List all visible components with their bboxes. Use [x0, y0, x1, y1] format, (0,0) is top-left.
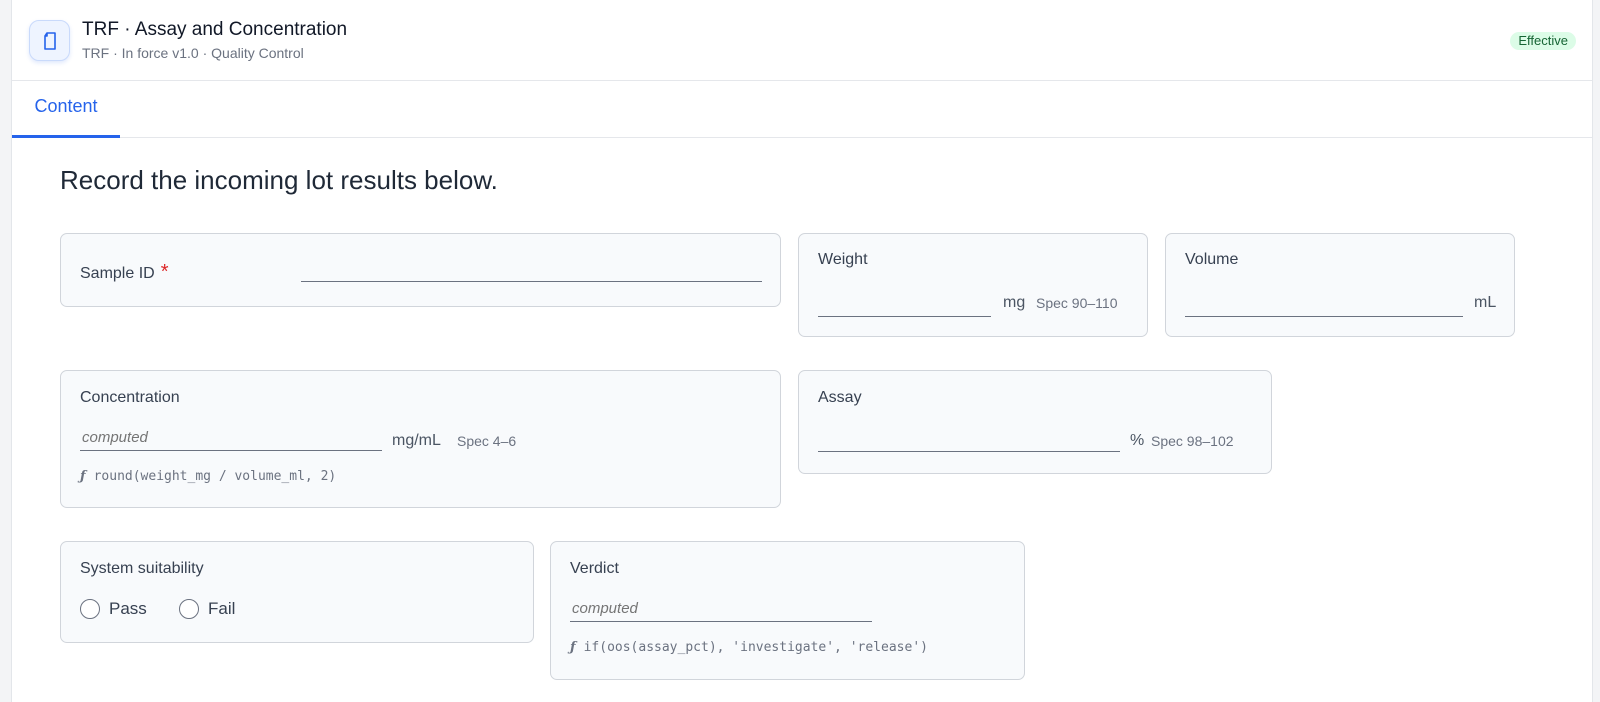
assay-spec: Spec 98–102	[1151, 433, 1234, 449]
formula-icon: ƒ	[570, 640, 576, 655]
tab-content[interactable]: Content	[12, 81, 120, 138]
system-suitability-label: System suitability	[80, 560, 204, 577]
intro-text: Record the incoming lot results below.	[60, 165, 498, 195]
page-subtitle: TRF · In force v1.0 · Quality Control	[82, 45, 304, 61]
concentration-input[interactable]	[80, 425, 382, 451]
radio-pass[interactable]: Pass	[80, 599, 147, 619]
weight-input[interactable]	[818, 291, 991, 317]
radio-fail[interactable]: Fail	[179, 599, 235, 619]
radio-pass-circle[interactable]	[80, 599, 100, 619]
page-title: TRF · Assay and Concentration	[82, 19, 348, 40]
tab-bar: Content	[12, 81, 1592, 138]
weight-card: Weight mg Spec 90–110	[798, 233, 1148, 337]
assay-label: Assay	[818, 389, 862, 406]
assay-unit: %	[1130, 432, 1145, 449]
radio-fail-circle[interactable]	[179, 599, 199, 619]
concentration-spec: Spec 4–6	[457, 433, 517, 449]
volume-label: Volume	[1185, 251, 1239, 268]
concentration-label: Concentration	[80, 389, 180, 406]
radio-pass-label: Pass	[109, 599, 147, 618]
sample-id-card: Sample ID *	[60, 233, 781, 307]
formula-icon: ƒ	[80, 469, 86, 484]
form-header: TRF · Assay and Concentration TRF · In f…	[12, 0, 1592, 81]
sample-id-label: Sample ID *	[80, 261, 169, 283]
concentration-formula: ƒ round(weight_mg / volume_ml, 2)	[80, 469, 337, 484]
volume-unit: mL	[1474, 294, 1497, 311]
concentration-card: Concentration mg/mL Spec 4–6 ƒround(weig…	[60, 370, 781, 508]
sample-id-input[interactable]	[301, 256, 762, 282]
system-suitability-card: System suitability Pass Fail	[60, 541, 534, 643]
volume-card: Volume mL	[1165, 233, 1515, 337]
concentration-unit: mg/mL	[392, 432, 441, 449]
weight-label: Weight	[818, 251, 868, 268]
document-icon	[29, 20, 70, 61]
volume-input[interactable]	[1185, 291, 1463, 317]
weight-unit: mg	[1003, 294, 1026, 311]
weight-spec: Spec 90–110	[1036, 295, 1118, 311]
verdict-formula: ƒ if(oos(assay_pct), 'investigate', 'rele…	[570, 640, 928, 655]
verdict-label: Verdict	[570, 560, 619, 577]
assay-card: Assay % Spec 98–102	[798, 370, 1272, 474]
verdict-card: Verdict ƒif(oos(assay_pct), 'investigate…	[550, 541, 1025, 680]
verdict-input[interactable]	[570, 596, 872, 622]
form-window: TRF · Assay and Concentration TRF · In f…	[11, 0, 1593, 702]
status-badge: Effective	[1510, 32, 1576, 50]
required-marker: *	[160, 261, 169, 283]
radio-fail-label: Fail	[208, 599, 236, 618]
assay-input[interactable]	[818, 426, 1120, 452]
